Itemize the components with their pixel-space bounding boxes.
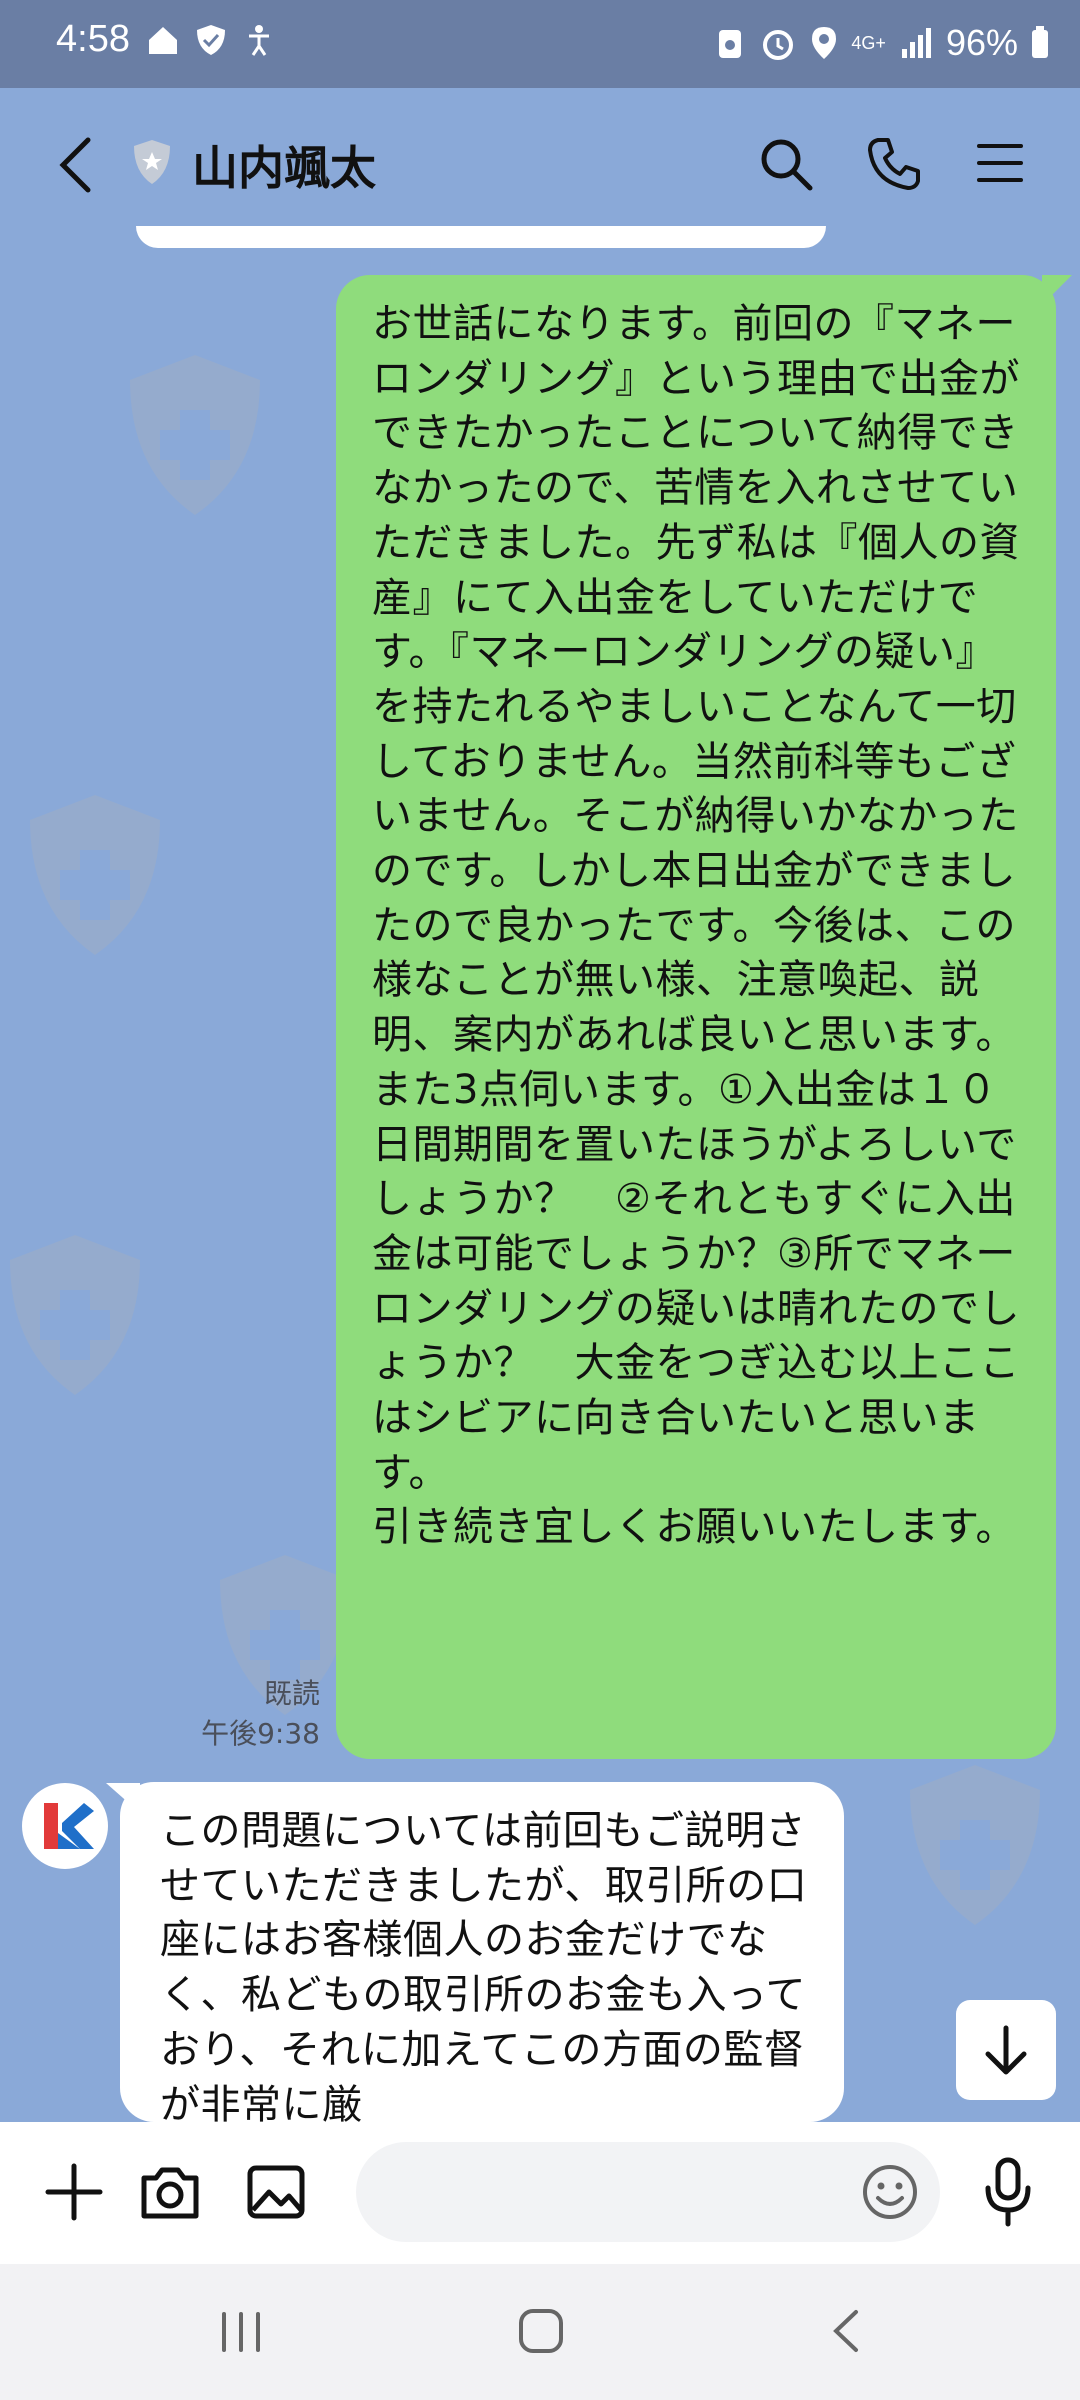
sent-message-bubble[interactable]: お世話になります。前回の『マネーロンダリング』という理由で出金ができたかったこと…: [336, 275, 1072, 1759]
home-icon: [149, 27, 177, 54]
scroll-to-bottom-button[interactable]: [956, 2000, 1056, 2100]
recents-icon[interactable]: [216, 2308, 266, 2356]
watermark-shield-icon: [10, 1235, 140, 1395]
back-icon[interactable]: [826, 2306, 866, 2356]
shield-badge-icon: [134, 140, 170, 184]
alarm-icon: [763, 30, 794, 60]
image-icon[interactable]: [245, 2162, 307, 2222]
message-input-bar: [0, 2122, 1080, 2264]
back-icon[interactable]: [48, 130, 108, 200]
plus-icon[interactable]: [44, 2162, 104, 2222]
watermark-shield-icon: [30, 795, 160, 955]
chat-screen: 4:58 4G+ 96% 山内颯太 お世話になります。前回の『マネーロンダリング…: [0, 0, 1080, 2400]
network-type: 4G+: [851, 33, 886, 53]
received-message-bubble[interactable]: この問題については前回もご説明させていただきましたが、取引所の口座にはお客様個人…: [120, 1782, 844, 2122]
read-receipt: 既読: [263, 1677, 320, 1710]
arrow-down-icon: [985, 2025, 1027, 2075]
battery-level: 96%: [945, 22, 1018, 63]
chat-title[interactable]: 山内颯太: [192, 132, 376, 198]
received-message-text: この問題については前回もご説明させていただきましたが、取引所の口座にはお客様個人…: [160, 1808, 808, 2122]
mic-icon[interactable]: [980, 2156, 1036, 2228]
system-nav-bar: [0, 2264, 1080, 2400]
message-input[interactable]: [356, 2142, 940, 2242]
status-time: 4:58: [56, 18, 130, 60]
exchange-logo-icon: [23, 1784, 107, 1868]
accessibility-icon: [249, 25, 269, 56]
battery-saver-icon: [719, 30, 742, 58]
watermark-shield-icon: [130, 355, 260, 515]
message-timestamp: 午後9:38: [201, 1717, 320, 1750]
signal-icon: [901, 28, 931, 58]
emoji-icon[interactable]: [860, 2162, 920, 2222]
avatar[interactable]: [22, 1783, 108, 1869]
phone-icon[interactable]: [866, 136, 922, 192]
sent-message-text: お世話になります。前回の『マネーロンダリング』という理由で出金ができたかったこと…: [372, 301, 1020, 1551]
camera-icon[interactable]: [138, 2162, 202, 2222]
chat-header: 山内颯太: [0, 88, 1080, 240]
menu-icon[interactable]: [975, 138, 1025, 188]
location-icon: [812, 27, 837, 59]
shield-check-icon: [197, 25, 225, 55]
battery-icon: [1032, 26, 1048, 58]
watermark-shield-icon: [910, 1765, 1040, 1925]
search-icon[interactable]: [758, 136, 814, 192]
previous-message-bubble: [136, 226, 826, 248]
home-icon[interactable]: [516, 2306, 566, 2356]
status-bar: 4:58 4G+ 96%: [0, 0, 1080, 88]
